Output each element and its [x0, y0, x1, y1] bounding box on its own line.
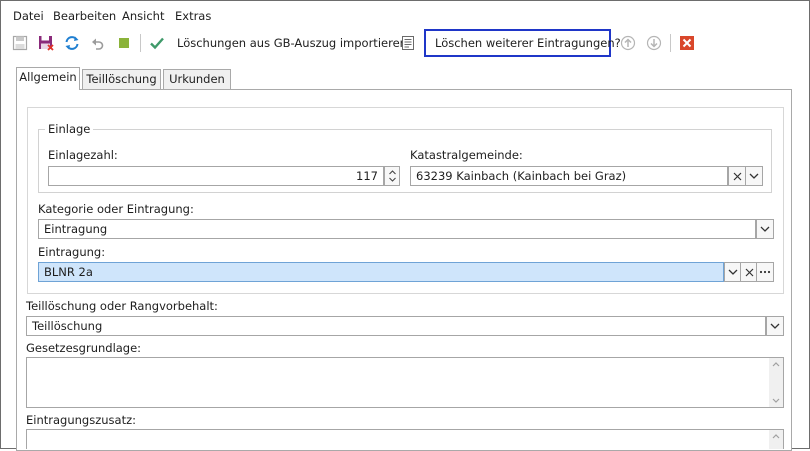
scroll-up-icon[interactable]: [772, 362, 780, 367]
chevron-down-icon: [760, 226, 770, 232]
chevron-down-icon: [728, 269, 738, 275]
arrow-up-circle-icon[interactable]: [620, 35, 636, 51]
refresh-icon[interactable]: [64, 35, 80, 51]
import-deletions-button[interactable]: Löschungen aus GB-Auszug importieren: [177, 36, 407, 50]
teilloeschung-dropdown-button[interactable]: [766, 316, 784, 336]
save-close-icon[interactable]: [38, 35, 54, 51]
delete-further-entries-button[interactable]: Löschen weiterer Eintragungen?: [424, 29, 621, 57]
toolbar-separator: [140, 34, 141, 52]
toolbar-separator: [670, 34, 671, 52]
spinner-arrows-icon: [388, 170, 396, 182]
menu-bearbeiten[interactable]: Bearbeiten: [53, 9, 116, 23]
katastralgemeinde-label: Katastralgemeinde:: [410, 148, 523, 162]
eintragungszusatz-scrollbar[interactable]: [769, 430, 783, 449]
katastralgemeinde-dropdown-button[interactable]: [745, 166, 763, 186]
kategorie-select[interactable]: Eintragung: [38, 219, 756, 239]
katastralgemeinde-input[interactable]: 63239 Kainbach (Kainbach bei Graz): [410, 166, 728, 186]
close-icon[interactable]: [679, 35, 695, 51]
clear-x-icon: [733, 172, 741, 180]
menu-ansicht[interactable]: Ansicht: [122, 9, 164, 23]
chevron-down-icon: [749, 173, 759, 179]
chevron-down-icon: [770, 323, 780, 329]
katastralgemeinde-clear-button[interactable]: [728, 166, 746, 186]
eintragung-label: Eintragung:: [38, 245, 106, 259]
tab-urkunden[interactable]: Urkunden: [163, 69, 231, 90]
einlagezahl-label: Einlagezahl:: [48, 148, 118, 162]
eintragungszusatz-label: Eintragungszusatz:: [26, 413, 136, 427]
save-icon[interactable]: [12, 35, 28, 51]
green-square-icon[interactable]: [116, 35, 132, 51]
gesetzesgrundlage-scrollbar[interactable]: [769, 358, 783, 407]
document-list-icon[interactable]: [400, 35, 416, 51]
einlagezahl-input[interactable]: 117: [48, 166, 384, 186]
undo-icon[interactable]: [90, 35, 106, 51]
einlagezahl-spinner[interactable]: [384, 166, 400, 186]
eintragung-input[interactable]: BLNR 2a: [38, 262, 724, 282]
ellipsis-icon: [759, 270, 771, 274]
teilloeschung-select[interactable]: Teillöschung: [26, 316, 766, 336]
eintragungszusatz-textarea[interactable]: [26, 429, 784, 449]
menu-extras[interactable]: Extras: [175, 9, 211, 23]
tab-teilloeschung[interactable]: Teillöschung: [82, 69, 161, 90]
einlage-group-title: Einlage: [45, 122, 94, 136]
kategorie-label: Kategorie oder Eintragung:: [38, 202, 194, 216]
scroll-down-icon[interactable]: [772, 398, 780, 403]
delete-further-entries-label: Löschen weiterer Eintragungen?: [435, 36, 621, 50]
eintragung-more-button[interactable]: [756, 262, 774, 282]
clear-x-icon: [745, 268, 753, 276]
check-icon[interactable]: [149, 35, 165, 51]
scroll-up-icon[interactable]: [772, 434, 780, 439]
kategorie-dropdown-button[interactable]: [756, 219, 774, 239]
teilloeschung-label: Teillöschung oder Rangvorbehalt:: [26, 299, 218, 313]
menu-bar: Datei Bearbeiten Ansicht Extras: [1, 1, 808, 27]
tab-allgemein[interactable]: Allgemein: [16, 67, 80, 90]
menu-datei[interactable]: Datei: [13, 9, 44, 23]
gesetzesgrundlage-textarea[interactable]: [26, 357, 784, 408]
gesetzesgrundlage-label: Gesetzesgrundlage:: [26, 341, 142, 355]
arrow-down-circle-icon[interactable]: [646, 35, 662, 51]
